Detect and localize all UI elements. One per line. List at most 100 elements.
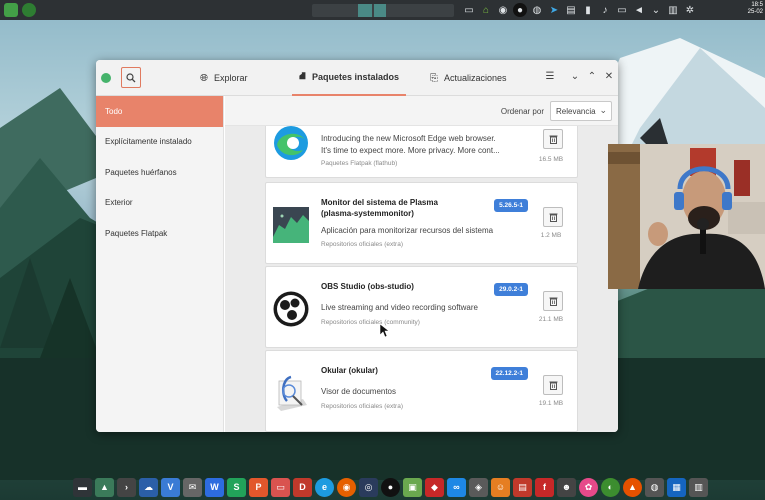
anydesk-icon[interactable]: ◆ xyxy=(425,477,444,497)
steam-dock-icon[interactable]: ◍ xyxy=(645,477,664,497)
package-name: Monitor del sistema de Plasma (plasma-sy… xyxy=(321,197,438,219)
clock[interactable]: 18:5 25-02 xyxy=(748,2,763,16)
close-icon[interactable]: ✕ xyxy=(602,71,616,82)
package-description: Visor de documentos xyxy=(321,387,397,396)
telegram-icon[interactable]: ➤ xyxy=(547,3,561,17)
package-name-line: Monitor del sistema de Plasma xyxy=(321,198,438,207)
obs-icon xyxy=(273,291,309,327)
trash-icon xyxy=(549,213,557,222)
edge-dock-icon[interactable]: e xyxy=(315,477,334,497)
paint-icon[interactable]: ✿ xyxy=(579,477,598,497)
edge-icon xyxy=(274,126,308,160)
list-item[interactable]: Introducing the new Microsoft Edge web b… xyxy=(265,126,578,178)
task-item[interactable] xyxy=(374,4,386,17)
settings-tray-icon[interactable]: ✲ xyxy=(683,3,697,17)
android-icon[interactable]: ▣ xyxy=(403,477,422,497)
remove-button[interactable] xyxy=(543,129,563,149)
folder-icon[interactable]: ▭ xyxy=(271,477,290,497)
package-size: 1.2 MB xyxy=(540,232,562,239)
screen-icon[interactable]: ▭ xyxy=(462,3,476,17)
arduino-icon[interactable]: ∞ xyxy=(447,477,466,497)
webcam-overlay xyxy=(608,144,765,289)
package-name-line: (plasma-systemmonitor) xyxy=(321,209,414,218)
remove-button[interactable] xyxy=(543,291,563,311)
trash-icon xyxy=(549,381,557,390)
remove-button[interactable] xyxy=(543,375,563,395)
filter-sidebar: Todo Explícitamente instalado Paquetes h… xyxy=(96,96,224,432)
maximize-icon[interactable]: ⌃ xyxy=(585,71,599,82)
package-source: Paquetes Flatpak (flathub) xyxy=(321,160,398,167)
display-icon[interactable]: ▭ xyxy=(615,3,629,17)
chromium-icon[interactable]: ◎ xyxy=(359,477,378,497)
top-panel: ▭ ⌂ ◉ ● ◍ ➤ ▤ ▮ ♪ ▭ ◄ ⌄ ▥ ✲ 18:5 25-02 xyxy=(0,0,765,20)
tab-label: Paquetes instalados xyxy=(312,72,400,82)
sidebar-item-label: Explícitamente instalado xyxy=(105,137,192,147)
steam-icon[interactable]: ◍ xyxy=(530,3,544,17)
vlc-icon[interactable]: ▲ xyxy=(623,477,642,497)
clipboard-icon[interactable]: ▤ xyxy=(564,3,578,17)
konsole-icon[interactable]: › xyxy=(117,477,136,497)
list-item[interactable]: Monitor del sistema de Plasma (plasma-sy… xyxy=(265,182,578,264)
writer-icon[interactable]: W xyxy=(205,477,224,497)
audio-icon[interactable]: ♪ xyxy=(598,3,612,17)
hamburger-menu-icon[interactable]: ☰ xyxy=(543,71,557,82)
sort-select[interactable]: Relevancia ⌄ xyxy=(550,101,612,121)
tab-paquetes-instalados[interactable]: ⛘ Paquetes instalados xyxy=(292,60,407,96)
virtualbox-icon[interactable]: ▦ xyxy=(667,477,686,497)
cloud-icon[interactable]: ☁ xyxy=(139,477,158,497)
vpn-icon[interactable]: ◉ xyxy=(496,3,510,17)
volume-icon[interactable]: ◄ xyxy=(632,3,646,17)
games-icon[interactable]: ◈ xyxy=(469,477,488,497)
remove-button[interactable] xyxy=(543,207,563,227)
dock: ▬ ▲ › ☁ V ✉ W S P ▭ D e ◉ ◎ ● ▣ ◆ ∞ ◈ ☺ … xyxy=(0,474,765,500)
tab-label: Actualizaciones xyxy=(444,73,507,83)
package-size: 16.5 MB xyxy=(538,156,564,163)
list-item[interactable]: OBS Studio (obs-studio) Live streaming a… xyxy=(265,266,578,348)
presentation-icon[interactable]: P xyxy=(249,477,268,497)
chat-icon[interactable]: ☻ xyxy=(557,477,576,497)
package-source: Repositorios oficiales (extra) xyxy=(321,403,404,410)
trash-icon xyxy=(549,297,557,306)
app-launcher-icon[interactable] xyxy=(22,3,36,17)
sidebar-item-exterior[interactable]: Exterior xyxy=(96,188,223,219)
terminal-icon[interactable]: ▬ xyxy=(73,477,92,497)
spreadsheet-icon[interactable]: S xyxy=(227,477,246,497)
obs-dock-icon[interactable]: ● xyxy=(381,477,400,497)
title-bar: 🌐︎ Explorar ⛘ Paquetes instalados ⎘ Actu… xyxy=(96,60,618,96)
package-description: It's time to expect more. More privacy. … xyxy=(321,146,500,155)
image-viewer-icon[interactable]: ▲ xyxy=(95,477,114,497)
obs-tray-icon[interactable]: ● xyxy=(513,3,527,17)
tray-expand-icon[interactable]: ⌄ xyxy=(649,3,663,17)
tab-actualizaciones[interactable]: ⎘ Actualizaciones xyxy=(430,60,507,96)
battery-icon[interactable]: ▮ xyxy=(581,3,595,17)
package-list: Introducing the new Microsoft Edge web b… xyxy=(225,126,618,432)
package-description: Live streaming and video recording softw… xyxy=(321,303,478,312)
gimp-icon[interactable]: ☺ xyxy=(491,477,510,497)
dolphin-icon[interactable]: D xyxy=(293,477,312,497)
trash-dock-icon[interactable]: ▥ xyxy=(689,477,708,497)
sidebar-item-paquetes-flatpak[interactable]: Paquetes Flatpak xyxy=(96,218,223,249)
tab-explorar[interactable]: 🌐︎ Explorar xyxy=(200,60,248,96)
firefox-icon[interactable]: ◉ xyxy=(337,477,356,497)
pdf-icon[interactable]: ▤ xyxy=(513,477,532,497)
mail-icon[interactable]: ✉ xyxy=(183,477,202,497)
sidebar-item-todo[interactable]: Todo xyxy=(96,96,223,127)
package-source: Repositorios oficiales (extra) xyxy=(321,241,404,248)
vscode-icon[interactable]: V xyxy=(161,477,180,497)
sort-value: Relevancia xyxy=(556,106,596,116)
package-updater-icon[interactable]: ⌂ xyxy=(479,3,493,17)
minimize-icon[interactable]: ⌄ xyxy=(568,71,582,82)
sidebar-item-explicitamente-instalado[interactable]: Explícitamente instalado xyxy=(96,127,223,158)
trash-icon xyxy=(549,135,557,144)
list-item[interactable]: Okular (okular) Visor de documentos Repo… xyxy=(265,350,578,432)
chevron-down-icon: ⌄ xyxy=(599,105,607,115)
search-button[interactable] xyxy=(121,67,141,88)
globe-icon: 🌐︎ xyxy=(200,72,208,84)
task-item[interactable] xyxy=(358,4,372,17)
trash-tray-icon[interactable]: ▥ xyxy=(666,3,680,17)
inkscape-icon[interactable]: ◐ xyxy=(601,477,620,497)
filezilla-icon[interactable]: f xyxy=(535,477,554,497)
task-manager xyxy=(312,4,454,17)
app-menu-icon[interactable] xyxy=(4,3,18,17)
sidebar-item-paquetes-huerfanos[interactable]: Paquetes huérfanos xyxy=(96,157,223,188)
